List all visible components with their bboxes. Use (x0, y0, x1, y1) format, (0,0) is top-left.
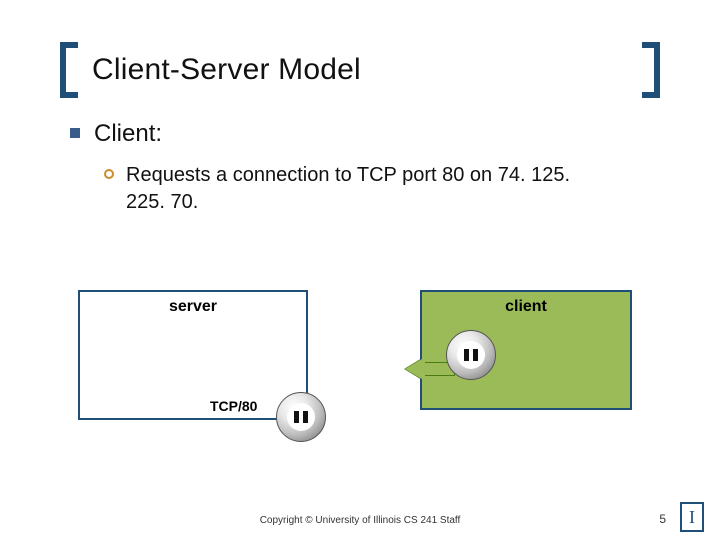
square-bullet-icon (70, 128, 80, 138)
server-label: server (80, 292, 306, 316)
footer-copyright: Copyright © University of Illinois CS 24… (0, 515, 720, 526)
port-label: TCP/80 (210, 398, 257, 414)
client-label: client (422, 292, 630, 316)
logo-letter: I (689, 507, 695, 528)
server-box: server (78, 290, 308, 420)
illinois-logo-icon: I (680, 502, 704, 532)
slide: Client-Server Model Client: Requests a c… (0, 0, 720, 540)
socket-client-icon (446, 330, 496, 380)
diagram: server client TCP/80 (60, 290, 660, 460)
page-number: 5 (659, 512, 666, 526)
bullet1-text: Client: (94, 120, 162, 148)
slide-title: Client-Server Model (86, 53, 367, 87)
bullet-level-2: Requests a connection to TCP port 80 on … (104, 162, 660, 216)
bullet2-text: Requests a connection to TCP port 80 on … (126, 162, 606, 216)
bullet-level-1: Client: (70, 120, 660, 148)
circle-bullet-icon (104, 169, 114, 179)
bracket-right-icon (642, 42, 660, 98)
title-row: Client-Server Model (60, 42, 660, 98)
bullet-list: Client: Requests a connection to TCP por… (60, 120, 660, 216)
socket-server-icon (276, 392, 326, 442)
bracket-left-icon (60, 42, 78, 98)
